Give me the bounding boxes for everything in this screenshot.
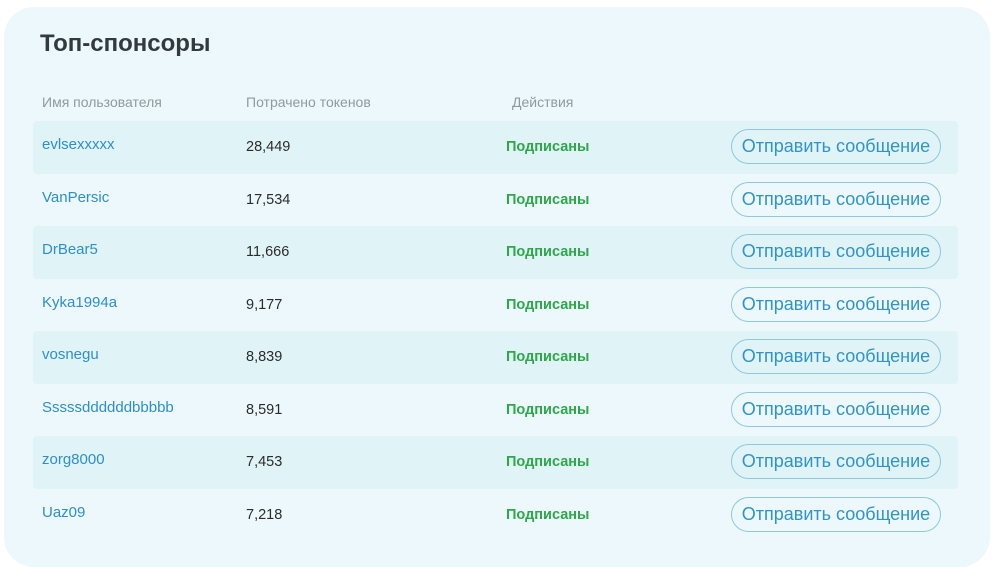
tokens-spent: 28,449: [246, 139, 291, 155]
subscription-status: Подписаны: [506, 191, 590, 208]
subscription-status: Подписаны: [506, 244, 590, 260]
tokens-spent: 7,453: [246, 454, 283, 470]
tokens-spent: 17,534: [246, 191, 291, 208]
subscription-status: Подписаны: [506, 401, 590, 418]
table-row: Kyka1994a 9,177 Подписаны Отправить сооб…: [33, 279, 958, 332]
username-link[interactable]: zorg8000: [42, 451, 105, 468]
username-link[interactable]: DrBear5: [42, 241, 98, 258]
username-link[interactable]: VanPersic: [42, 189, 109, 206]
send-message-button[interactable]: Отправить сообщение: [731, 444, 941, 479]
table-row: VanPersic 17,534 Подписаны Отправить соо…: [33, 174, 958, 227]
subscription-status: Подписаны: [506, 506, 590, 523]
tokens-spent: 9,177: [246, 296, 283, 313]
send-message-button[interactable]: Отправить сообщение: [731, 234, 941, 269]
send-message-button[interactable]: Отправить сообщение: [731, 339, 941, 374]
username-link[interactable]: Uaz09: [42, 504, 85, 521]
send-message-button[interactable]: Отправить сообщение: [731, 129, 941, 164]
send-message-button[interactable]: Отправить сообщение: [731, 391, 941, 427]
top-sponsors-panel: Топ-спонсоры Имя пользователя Потрачено …: [4, 7, 990, 567]
send-message-button[interactable]: Отправить сообщение: [731, 181, 941, 217]
send-message-button[interactable]: Отправить сообщение: [731, 286, 941, 322]
tokens-spent: 8,591: [246, 401, 283, 418]
tokens-spent: 8,839: [246, 349, 283, 365]
column-header-username: Имя пользователя: [42, 94, 162, 110]
table-row: vosnegu 8,839 Подписаны Отправить сообще…: [33, 331, 958, 384]
table-row: DrBear5 11,666 Подписаны Отправить сообщ…: [33, 226, 958, 279]
tokens-spent: 7,218: [246, 506, 283, 523]
subscription-status: Подписаны: [506, 349, 590, 365]
table-row: Uaz09 7,218 Подписаны Отправить сообщени…: [33, 489, 958, 542]
table-row: evlsexxxxx 28,449 Подписаны Отправить со…: [33, 121, 958, 174]
send-message-button[interactable]: Отправить сообщение: [731, 496, 941, 532]
subscription-status: Подписаны: [506, 454, 590, 470]
sponsors-table: evlsexxxxx 28,449 Подписаны Отправить со…: [33, 121, 958, 541]
subscription-status: Подписаны: [506, 139, 590, 155]
username-link[interactable]: vosnegu: [42, 346, 99, 363]
page-title: Топ-спонсоры: [40, 30, 211, 57]
table-row: zorg8000 7,453 Подписаны Отправить сообщ…: [33, 436, 958, 489]
username-link[interactable]: Kyka1994a: [42, 294, 117, 311]
column-header-tokens: Потрачено токенов: [246, 94, 371, 110]
username-link[interactable]: evlsexxxxx: [42, 136, 115, 153]
table-row: Sssssddddddbbbbb 8,591 Подписаны Отправи…: [33, 384, 958, 437]
username-link[interactable]: Sssssddddddbbbbb: [42, 399, 174, 416]
subscription-status: Подписаны: [506, 296, 590, 313]
column-header-actions: Действия: [512, 94, 574, 110]
tokens-spent: 11,666: [246, 244, 290, 260]
